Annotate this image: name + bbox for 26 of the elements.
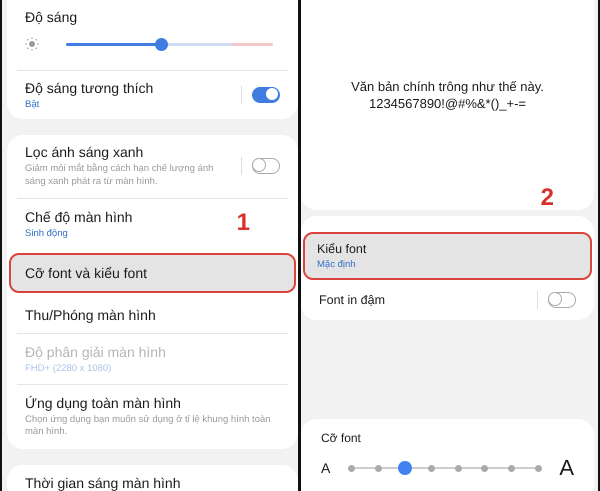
large-a-label: A	[559, 455, 574, 481]
setting-value: Mặc định	[317, 259, 356, 270]
setting-description: Giảm mỏi mắt bằng cách hạn chế lượng ánh sáng xanh phát ra từ màn hình.	[25, 163, 214, 189]
sun-icon	[25, 37, 39, 51]
setting-title: Lọc ánh sáng xanh	[25, 144, 144, 160]
toggle-switch[interactable]	[252, 158, 280, 174]
toggle-switch[interactable]	[548, 292, 576, 308]
setting-title: Font in đậm	[319, 293, 386, 307]
setting-row[interactable]: Cỡ font và kiểu font	[9, 252, 296, 293]
setting-title: Cỡ font	[321, 431, 362, 445]
setting-value: FHD+ (2280 x 1080)	[25, 362, 112, 374]
setting-row[interactable]: Kiểu font Mặc định	[303, 232, 592, 280]
brightness-slider[interactable]	[66, 38, 273, 50]
annotation-number: 2	[540, 184, 554, 212]
setting-row[interactable]: Thu/Phóng màn hình	[17, 296, 288, 333]
setting-description: Chọn ứng dụng bạn muốn sử dụng ở tỉ lệ khung hình toàn màn hình.	[25, 414, 272, 440]
setting-title: Độ sáng	[25, 9, 78, 25]
preview-text: 1234567890!@#%&*()_+-=	[368, 95, 526, 112]
setting-row[interactable]: Ứng dụng toàn màn hình Chọn ứng dụng bạn muốn sử dụng ở tỉ lệ khung hình toàn màn hình.	[17, 384, 288, 450]
setting-value: Bật	[25, 99, 40, 110]
setting-value: Sinh động	[25, 228, 68, 239]
preview-text: Văn bản chính trông như thế này.	[351, 78, 544, 95]
small-a-label: A	[321, 460, 330, 476]
setting-title: Độ sáng tương thích	[25, 80, 154, 96]
toggle-switch[interactable]	[252, 87, 280, 103]
annotation-number: 1	[236, 208, 250, 237]
